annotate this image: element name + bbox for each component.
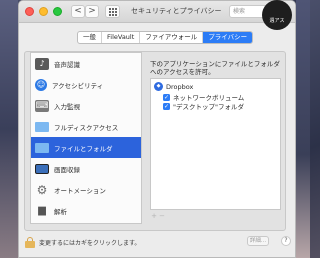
tab-bar: 一般 FileVault ファイアウォール プライバシー	[77, 31, 254, 44]
tab-privacy[interactable]: プライバシー	[203, 32, 253, 43]
microphone-icon: ♪	[35, 57, 49, 70]
add-remove-controls: + −	[150, 212, 166, 220]
sidebar-item-full-disk-access[interactable]: フルディスクアクセス	[31, 116, 141, 137]
privacy-panel: ♪ 音声認識 ☺ アクセシビリティ ⌨ 入力監視 フルディスクアクセス ファイル…	[24, 51, 286, 231]
show-all-button[interactable]	[105, 5, 120, 18]
keyboard-icon: ⌨	[35, 99, 49, 112]
sidebar-item-label: オートメーション	[54, 186, 106, 195]
chart-icon: ▆	[38, 204, 46, 216]
zoom-button[interactable]	[53, 7, 62, 16]
sidebar-item-screen-recording[interactable]: 画面収録	[31, 158, 141, 179]
checkbox-checked-icon[interactable]: ✓	[163, 93, 170, 101]
window-title: セキュリティとプライバシー	[131, 7, 222, 15]
dropbox-icon: ◆	[154, 82, 163, 91]
sidebar-item-input-monitoring[interactable]: ⌨ 入力監視	[31, 95, 141, 116]
app-item-dropbox[interactable]: ◆ Dropbox	[154, 82, 193, 91]
checkbox-checked-icon[interactable]: ✓	[163, 102, 170, 110]
sidebar-item-label: アクセシビリティ	[52, 81, 104, 90]
screen-icon	[35, 163, 49, 174]
app-name: Dropbox	[166, 82, 194, 91]
gear-icon: ⚙	[36, 182, 48, 197]
lock-icon[interactable]	[25, 237, 35, 248]
watermark-logo: 週アス	[262, 0, 292, 30]
sidebar-item-label: ファイルとフォルダ	[54, 144, 113, 153]
sidebar-item-accessibility[interactable]: ☺ アクセシビリティ	[31, 74, 141, 95]
desktop-background-left	[0, 0, 18, 258]
folder-icon	[35, 142, 49, 153]
tab-general[interactable]: 一般	[78, 32, 102, 43]
minimize-button[interactable]	[39, 7, 48, 16]
remove-button[interactable]: −	[158, 212, 166, 220]
advanced-button[interactable]: 詳細...	[247, 236, 269, 246]
permission-desktop-folder[interactable]: ✓ "デスクトップ"フォルダ	[163, 101, 244, 111]
sidebar-item-label: 音声認識	[54, 60, 80, 69]
folder-icon	[35, 121, 49, 132]
sidebar-item-advertising[interactable]: ◀ 広告	[31, 221, 141, 223]
sidebar-item-files-and-folders[interactable]: ファイルとフォルダ	[31, 137, 141, 158]
close-button[interactable]	[25, 7, 34, 16]
desktop-background-right	[296, 0, 310, 258]
app-permission-list: ◆ Dropbox ✓ ネットワークボリューム ✓ "デスクトップ"フォルダ	[150, 78, 281, 210]
tab-firewall[interactable]: ファイアウォール	[140, 32, 204, 43]
logo-text: 週アス	[269, 18, 285, 24]
permission-label: "デスクトップ"フォルダ	[173, 103, 244, 111]
sidebar-item-label: 入力監視	[54, 102, 80, 111]
back-button[interactable]: <	[71, 5, 85, 18]
lock-message: 変更するにはカギをクリックします。	[39, 240, 141, 247]
sidebar-item-analytics[interactable]: ▆ 解析	[31, 200, 141, 221]
help-button[interactable]: ?	[281, 236, 291, 246]
permission-description: 下のアプリケーションにファイルとフォルダへのアクセスを許可。	[150, 60, 280, 76]
lock-bar: 変更するにはカギをクリックします。 詳細... ?	[19, 233, 295, 257]
accessibility-icon: ☺	[35, 78, 47, 91]
add-button[interactable]: +	[150, 212, 158, 220]
privacy-category-list: ♪ 音声認識 ☺ アクセシビリティ ⌨ 入力監視 フルディスクアクセス ファイル…	[30, 52, 142, 224]
sidebar-item-automation[interactable]: ⚙ オートメーション	[31, 179, 141, 200]
tab-filevault[interactable]: FileVault	[102, 32, 141, 43]
sidebar-item-speech-recognition[interactable]: ♪ 音声認識	[31, 53, 141, 74]
sidebar-item-label: 画面収録	[54, 165, 80, 174]
forward-button[interactable]: >	[85, 5, 99, 18]
preferences-window: < > セキュリティとプライバシー 検索 一般 FileVault ファイアウォ…	[18, 0, 296, 258]
sidebar-item-label: 解析	[54, 207, 67, 216]
title-bar: < > セキュリティとプライバシー 検索	[19, 1, 295, 23]
sidebar-item-label: フルディスクアクセス	[54, 123, 119, 132]
